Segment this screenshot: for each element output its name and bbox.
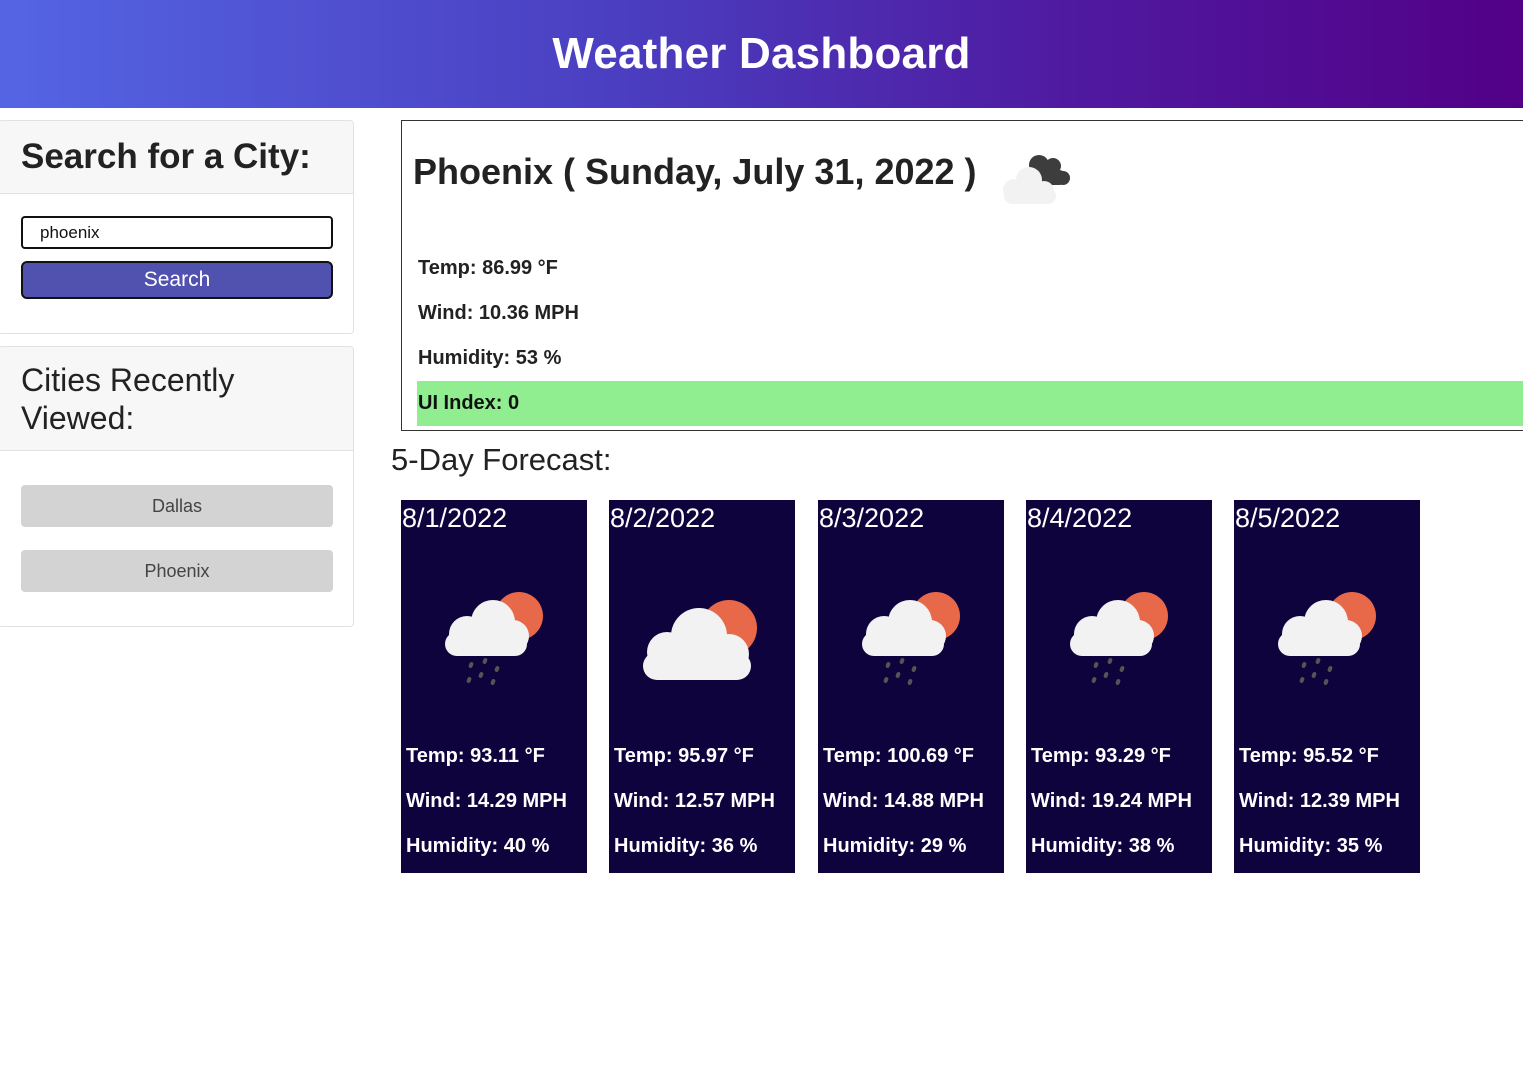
- recent-heading: Cities Recently Viewed:: [21, 361, 235, 436]
- search-heading: Search for a City:: [21, 137, 311, 176]
- forecast-temp: Temp: 95.52 °F: [1239, 745, 1379, 767]
- current-humidity: Humidity: 53 %: [418, 347, 562, 369]
- forecast-temp: Temp: 93.11 °F: [406, 745, 545, 767]
- forecast-temp: Temp: 100.69 °F: [823, 745, 975, 767]
- forecast-date: 8/4/2022: [1027, 503, 1133, 533]
- forecast-date: 8/5/2022: [1235, 503, 1341, 533]
- forecast-humidity: Humidity: 36 %: [614, 835, 758, 857]
- forecast-wind: Wind: 12.39 MPH: [1239, 790, 1400, 812]
- history-city-button-dallas[interactable]: Dallas: [21, 485, 333, 527]
- forecast-humidity: Humidity: 40 %: [406, 835, 550, 857]
- current-city-title: Phoenix ( Sunday, July 31, 2022 ): [413, 151, 977, 192]
- recent-panel-header: Cities Recently Viewed:: [0, 347, 353, 451]
- forecast-humidity: Humidity: 29 %: [823, 835, 967, 857]
- forecast-humidity: Humidity: 35 %: [1239, 835, 1383, 857]
- forecast-card: 8/4/2022 Temp: 93.29 °F Wind: 19.24 MPH …: [1026, 500, 1212, 873]
- broken-clouds-icon: [1003, 155, 1070, 204]
- app-header: Weather Dashboard: [0, 0, 1523, 108]
- sun-rain-cloud-icon: [1278, 592, 1376, 685]
- forecast-date: 8/3/2022: [819, 503, 925, 533]
- forecast-title: 5-Day Forecast:: [391, 442, 612, 477]
- forecast-temp: Temp: 95.97 °F: [614, 745, 754, 767]
- forecast-wind: Wind: 12.57 MPH: [614, 790, 775, 812]
- forecast-card: 8/3/2022 Temp: 100.69 °F Wind: 14.88 MPH…: [818, 500, 1004, 873]
- forecast-wind: Wind: 19.24 MPH: [1031, 790, 1192, 812]
- search-panel: Search for a City: Search: [0, 120, 354, 334]
- city-search-input[interactable]: [21, 216, 333, 249]
- forecast-card: 8/1/2022 Temp: 93.11 °F Wind: 14.29 MPH …: [401, 500, 587, 873]
- sun-rain-cloud-icon: [1070, 592, 1168, 685]
- forecast-date: 8/2/2022: [610, 503, 716, 533]
- forecast-card: 8/2/2022 Temp: 95.97 °F Wind: 12.57 MPH …: [609, 500, 795, 873]
- recent-cities-panel: Cities Recently Viewed: Dallas Phoenix: [0, 346, 354, 627]
- sun-rain-cloud-icon: [862, 592, 960, 685]
- uv-index-text: UI Index: 0: [418, 392, 520, 414]
- forecast-temp: Temp: 93.29 °F: [1031, 745, 1171, 767]
- search-panel-header: Search for a City:: [0, 121, 353, 194]
- partly-cloudy-icon: [643, 600, 757, 680]
- app-title: Weather Dashboard: [552, 29, 971, 78]
- forecast-wind: Wind: 14.29 MPH: [406, 790, 567, 812]
- forecast-date: 8/1/2022: [402, 503, 508, 533]
- forecast-card: 8/5/2022 Temp: 95.52 °F Wind: 12.39 MPH …: [1234, 500, 1420, 873]
- history-city-button-phoenix[interactable]: Phoenix: [21, 550, 333, 592]
- uv-index-bar: UI Index: 0: [417, 381, 1523, 426]
- search-button[interactable]: Search: [21, 261, 333, 299]
- forecast-wind: Wind: 14.88 MPH: [823, 790, 984, 812]
- current-temp: Temp: 86.99 °F: [418, 257, 558, 279]
- current-weather-panel: Phoenix ( Sunday, July 31, 2022 ) Temp: …: [401, 120, 1523, 431]
- current-wind: Wind: 10.36 MPH: [418, 302, 579, 324]
- sun-rain-cloud-icon: [445, 592, 543, 685]
- forecast-humidity: Humidity: 38 %: [1031, 835, 1175, 857]
